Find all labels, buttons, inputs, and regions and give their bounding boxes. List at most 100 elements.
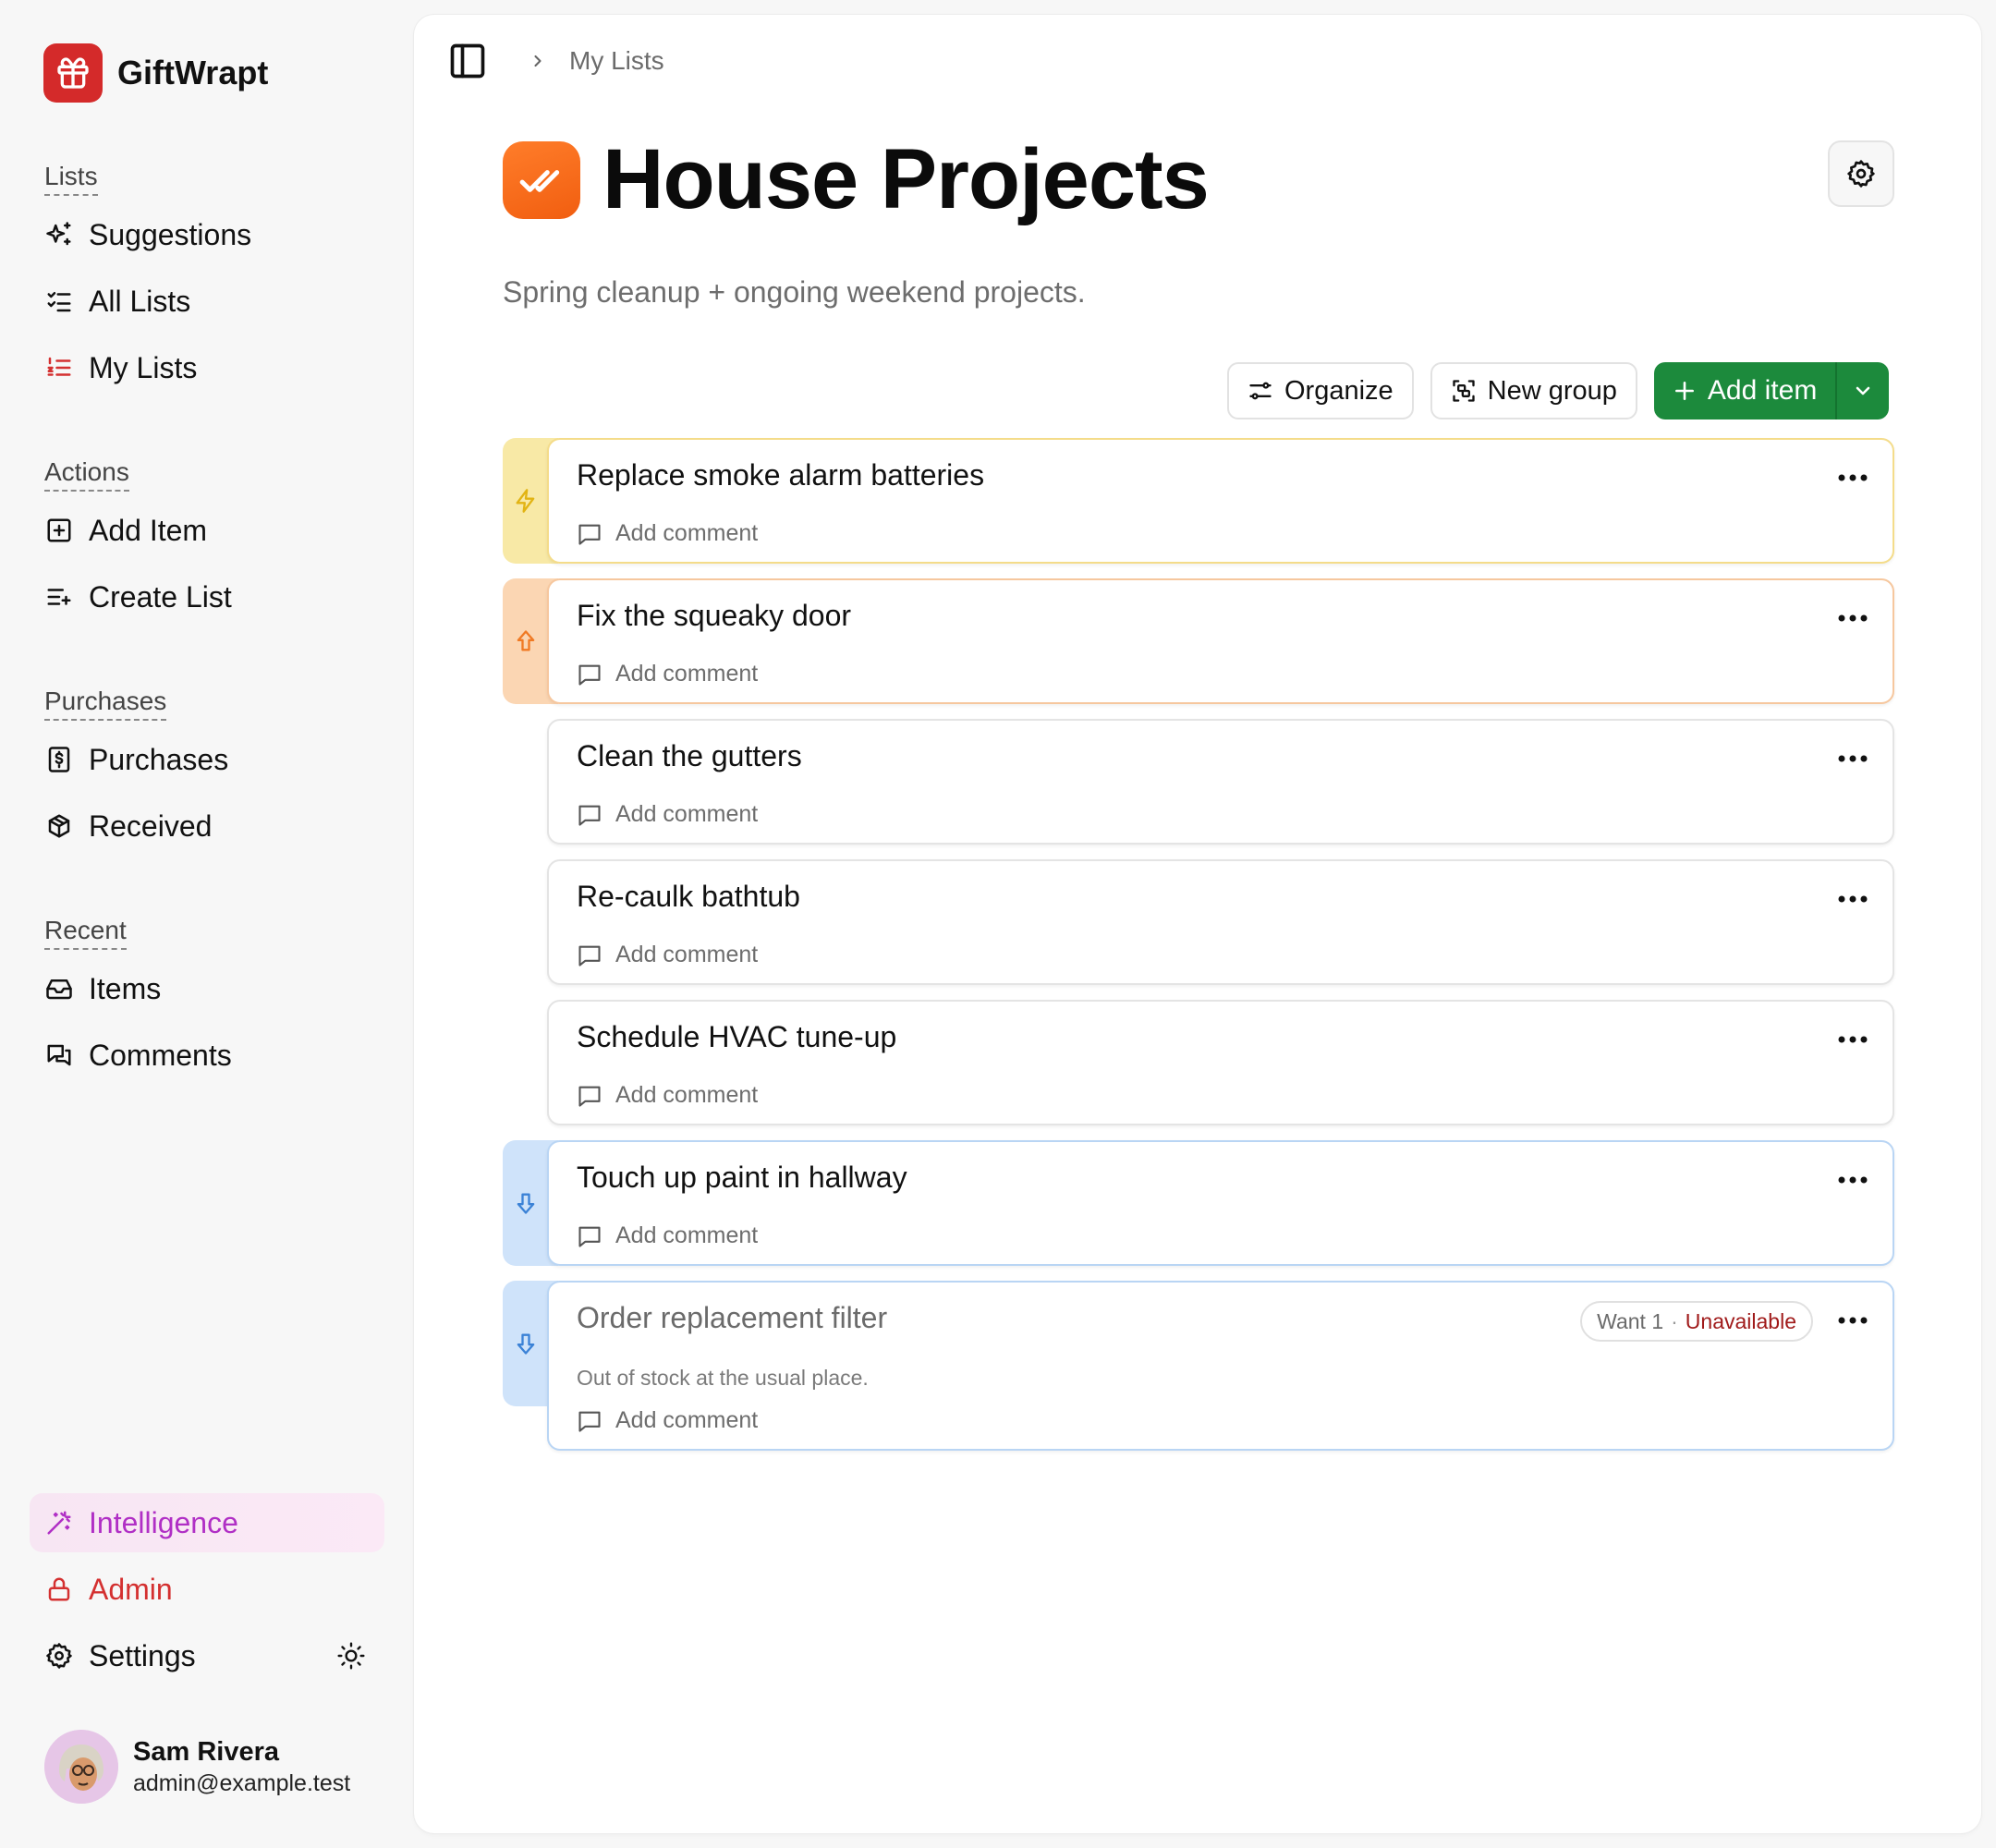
list-item[interactable]: Re-caulk bathtub Add comment xyxy=(503,859,1894,985)
item-name[interactable]: Replace smoke alarm batteries xyxy=(577,458,984,492)
lock-icon xyxy=(44,1574,74,1604)
more-options-icon[interactable] xyxy=(1837,473,1868,482)
item-card: Order replacement filter Want 1 · Unavai… xyxy=(547,1281,1894,1451)
item-name[interactable]: Order replacement filter xyxy=(577,1301,887,1335)
breadcrumb[interactable]: My Lists xyxy=(569,46,664,76)
comment-icon xyxy=(577,521,602,547)
organize-button[interactable]: Organize xyxy=(1227,362,1414,419)
list-item[interactable]: Touch up paint in hallway Add comment xyxy=(503,1140,1894,1266)
page-title: House Projects xyxy=(602,132,1210,226)
sliders-icon xyxy=(1248,378,1273,404)
sidebar-item-label: Admin xyxy=(89,1572,173,1606)
add-item-split-button: Add item xyxy=(1653,362,1890,419)
sidebar-item-received[interactable]: Received xyxy=(30,796,384,856)
item-name[interactable]: Clean the gutters xyxy=(577,739,802,773)
sidebar-item-intelligence[interactable]: Intelligence xyxy=(30,1493,384,1552)
title-row: House Projects xyxy=(503,131,1210,228)
item-name[interactable]: Re-caulk bathtub xyxy=(577,880,800,914)
list-item[interactable]: Replace smoke alarm batteries Add commen… xyxy=(503,438,1894,564)
add-comment-label: Add comment xyxy=(615,520,759,546)
gear-icon xyxy=(1846,159,1876,188)
add-comment-button[interactable]: Add comment xyxy=(577,942,758,968)
add-comment-label: Add comment xyxy=(615,1082,759,1108)
comment-icon xyxy=(577,1408,602,1434)
sidebar-item-label: Purchases xyxy=(89,742,229,776)
sidebar-item-label: Received xyxy=(89,808,213,843)
sparkles-icon xyxy=(44,220,74,249)
sidebar-item-label: Add Item xyxy=(89,513,208,547)
sidebar-item-settings[interactable]: Settings xyxy=(30,1626,384,1685)
more-options-icon[interactable] xyxy=(1837,754,1868,763)
toolbar: Organize New group Add item xyxy=(1227,362,1890,419)
comment-icon xyxy=(577,1083,602,1109)
item-name[interactable]: Touch up paint in hallway xyxy=(577,1161,907,1195)
sidebar-item-admin[interactable]: Admin xyxy=(30,1560,384,1619)
sidebar-item-label: Comments xyxy=(89,1038,232,1072)
add-comment-label: Add comment xyxy=(615,1222,759,1248)
comment-icon xyxy=(577,662,602,687)
add-comment-button[interactable]: Add comment xyxy=(577,661,758,687)
user-name: Sam Rivera xyxy=(133,1737,279,1767)
list-description: Spring cleanup + ongoing weekend project… xyxy=(503,275,1086,309)
sidebar-item-items[interactable]: Items xyxy=(30,959,384,1018)
add-comment-label: Add comment xyxy=(615,661,759,687)
item-card: Schedule HVAC tune-up Add comment xyxy=(547,1000,1894,1125)
more-options-icon[interactable] xyxy=(1837,1035,1868,1044)
brand[interactable]: GiftWrapt xyxy=(43,43,268,103)
more-options-icon[interactable] xyxy=(1837,1316,1868,1325)
add-comment-button[interactable]: Add comment xyxy=(577,520,758,547)
sidebar-item-label: Create List xyxy=(89,579,232,614)
add-comment-button[interactable]: Add comment xyxy=(577,801,758,828)
item-name[interactable]: Fix the squeaky door xyxy=(577,599,851,633)
inbox-icon xyxy=(44,974,74,1003)
availability-status: Unavailable xyxy=(1685,1308,1796,1333)
sidebar-item-add-item[interactable]: Add Item xyxy=(30,501,384,560)
add-item-button[interactable]: Add item xyxy=(1654,362,1835,419)
add-comment-button[interactable]: Add comment xyxy=(577,1222,758,1249)
sidebar-item-comments[interactable]: Comments xyxy=(30,1026,384,1085)
list-item[interactable]: Schedule HVAC tune-up Add comment xyxy=(503,1000,1894,1125)
comment-icon xyxy=(577,802,602,828)
add-comment-button[interactable]: Add comment xyxy=(577,1407,758,1434)
more-options-icon[interactable] xyxy=(1837,894,1868,904)
gift-icon xyxy=(43,43,103,103)
add-item-dropdown-button[interactable] xyxy=(1835,362,1889,419)
list-settings-button[interactable] xyxy=(1828,140,1894,207)
list-checks-icon xyxy=(44,286,74,316)
item-name[interactable]: Schedule HVAC tune-up xyxy=(577,1020,896,1054)
list-item[interactable]: Clean the gutters Add comment xyxy=(503,719,1894,845)
package-icon xyxy=(44,811,74,841)
double-check-icon xyxy=(503,140,580,219)
item-card: Touch up paint in hallway Add comment xyxy=(547,1140,1894,1266)
sidebar: GiftWrapt Lists Suggestions All Lists My… xyxy=(0,0,414,1848)
want-quantity: Want 1 xyxy=(1597,1308,1664,1333)
sidebar-item-label: Items xyxy=(89,971,162,1005)
theme-toggle-sun-icon[interactable] xyxy=(336,1641,366,1671)
magic-wand-icon xyxy=(44,1508,74,1538)
more-options-icon[interactable] xyxy=(1837,614,1868,623)
section-label-actions: Actions xyxy=(44,456,129,492)
section-label-purchases: Purchases xyxy=(44,686,167,721)
list-item[interactable]: Fix the squeaky door Add comment xyxy=(503,578,1894,704)
add-comment-button[interactable]: Add comment xyxy=(577,1082,758,1109)
plus-square-icon xyxy=(44,516,74,545)
sidebar-toggle-icon[interactable] xyxy=(447,41,488,81)
sidebar-item-my-lists[interactable]: My Lists xyxy=(30,338,384,397)
sidebar-item-suggestions[interactable]: Suggestions xyxy=(30,205,384,264)
main-panel: My Lists House Projects Spring cleanup +… xyxy=(414,15,1981,1833)
user-profile[interactable]: Sam Rivera admin@example.test xyxy=(44,1730,350,1804)
plus-icon xyxy=(1673,379,1697,403)
item-note: Out of stock at the usual place. xyxy=(577,1366,869,1390)
lightning-icon xyxy=(513,488,539,514)
sidebar-item-label: Suggestions xyxy=(89,217,252,251)
new-group-button[interactable]: New group xyxy=(1430,362,1637,419)
sidebar-item-create-list[interactable]: Create List xyxy=(30,567,384,626)
sidebar-item-purchases[interactable]: Purchases xyxy=(30,730,384,789)
sidebar-item-all-lists[interactable]: All Lists xyxy=(30,272,384,331)
more-options-icon[interactable] xyxy=(1837,1175,1868,1185)
user-email: admin@example.test xyxy=(133,1770,351,1796)
item-card: Fix the squeaky door Add comment xyxy=(547,578,1894,704)
app-name: GiftWrapt xyxy=(117,54,269,91)
comment-icon xyxy=(577,942,602,968)
list-item[interactable]: Order replacement filter Want 1 · Unavai… xyxy=(503,1281,1894,1451)
